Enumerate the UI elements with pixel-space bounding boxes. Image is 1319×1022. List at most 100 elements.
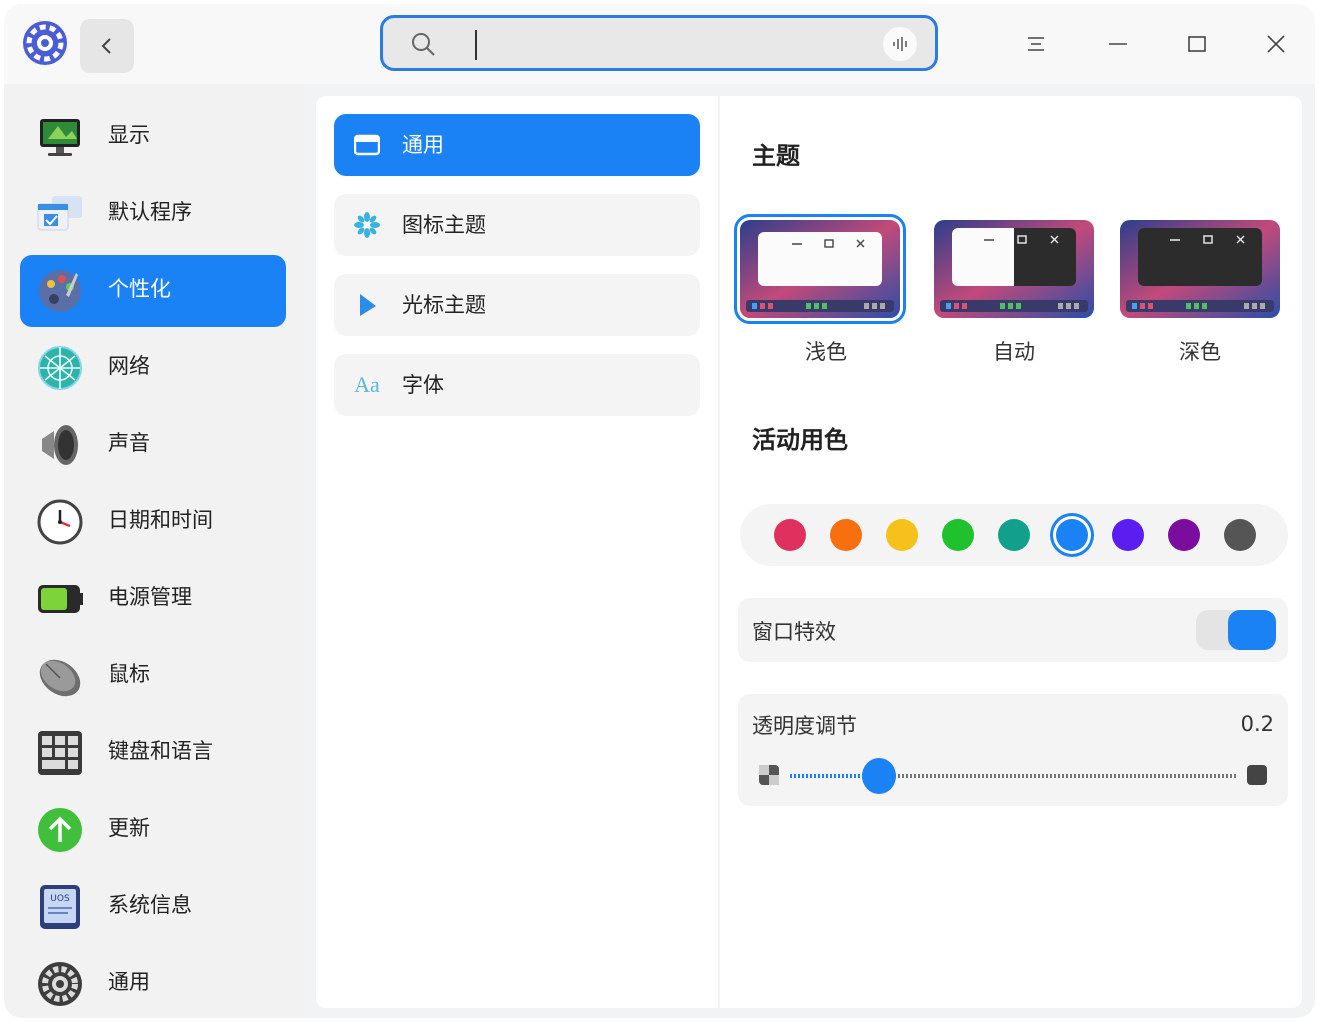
menu-icon xyxy=(1028,37,1044,51)
sidebar-item-label: 声音 xyxy=(108,431,150,455)
dark-theme-preview xyxy=(1120,220,1280,318)
sidebar-item-update[interactable]: 更新 xyxy=(20,794,286,866)
minimize-icon xyxy=(1109,43,1127,45)
maximize-icon xyxy=(1188,36,1206,52)
sidebar-item-default-apps[interactable]: 默认程序 xyxy=(20,178,286,250)
sidebar-item-label: 日期和时间 xyxy=(108,508,213,532)
sidebar: 显示 默认程序 个性化 网络 声音 日期和时间 电源管理 鼠标 键盘和语言 更新… xyxy=(4,84,304,1018)
transparency-label: 透明度调节 xyxy=(752,714,857,738)
window-effects-label: 窗口特效 xyxy=(752,620,836,644)
update-icon xyxy=(36,806,84,854)
mouse-icon xyxy=(36,652,84,700)
general-gear-icon xyxy=(36,960,84,1008)
sound-icon xyxy=(36,421,84,469)
sidebar-item-label: 鼠标 xyxy=(108,662,150,686)
voice-wave-icon xyxy=(893,37,907,51)
submenu-item-label: 光标主题 xyxy=(402,293,486,317)
window-icon xyxy=(352,130,382,160)
sidebar-item-keyboard[interactable]: 键盘和语言 xyxy=(20,717,286,789)
sidebar-item-general[interactable]: 通用 xyxy=(20,948,286,1018)
svg-text:UOS: UOS xyxy=(50,894,70,904)
transparency-low-icon xyxy=(759,765,779,785)
accent-swatch[interactable] xyxy=(1112,519,1144,551)
search-icon xyxy=(412,33,435,56)
menu-button[interactable] xyxy=(1016,24,1056,64)
window-effects-toggle[interactable] xyxy=(1196,610,1276,650)
sidebar-item-label: 键盘和语言 xyxy=(108,739,213,763)
toggle-knob xyxy=(1228,610,1276,650)
keyboard-icon xyxy=(36,729,84,777)
chevron-left-icon xyxy=(101,38,111,54)
submenu-item-general[interactable]: 通用 xyxy=(334,114,700,176)
sidebar-item-label: 通用 xyxy=(108,970,150,994)
search-input[interactable] xyxy=(475,30,477,60)
title-bar xyxy=(4,4,1315,84)
sidebar-item-label: 显示 xyxy=(108,123,150,147)
theme-label-light[interactable]: 浅色 xyxy=(746,336,906,366)
back-button[interactable] xyxy=(80,19,134,73)
sidebar-item-sound[interactable]: 声音 xyxy=(20,409,286,481)
accent-swatch[interactable] xyxy=(998,519,1030,551)
sidebar-item-label: 系统信息 xyxy=(108,893,192,917)
close-button[interactable] xyxy=(1256,24,1296,64)
accent-color-title: 活动用色 xyxy=(752,426,848,454)
submenu-item-icon-theme[interactable]: 图标主题 xyxy=(334,194,700,256)
theme-card-dark[interactable] xyxy=(1120,220,1280,318)
sidebar-item-mouse[interactable]: 鼠标 xyxy=(20,640,286,712)
sidebar-item-label: 更新 xyxy=(108,816,150,840)
sidebar-item-label: 个性化 xyxy=(108,277,171,301)
submenu-panel: 通用 图标主题 光标主题 Aa 字体 xyxy=(316,96,718,1008)
sidebar-item-power[interactable]: 电源管理 xyxy=(20,563,286,635)
submenu-item-label: 字体 xyxy=(402,373,444,397)
close-icon xyxy=(1267,35,1285,53)
sidebar-item-label: 电源管理 xyxy=(108,585,192,609)
sidebar-item-datetime[interactable]: 日期和时间 xyxy=(20,486,286,558)
sidebar-item-network[interactable]: 网络 xyxy=(20,332,286,404)
search-box[interactable] xyxy=(380,15,938,71)
theme-label-auto[interactable]: 自动 xyxy=(934,336,1094,366)
accent-swatch[interactable] xyxy=(1168,519,1200,551)
accent-swatch[interactable] xyxy=(1056,519,1088,551)
personalization-icon xyxy=(36,267,84,315)
submenu-item-label: 图标主题 xyxy=(402,213,486,237)
accent-swatch[interactable] xyxy=(774,519,806,551)
accent-color-picker xyxy=(740,504,1288,566)
content-panel: 主题 浅色 自动 深色 活动用色 窗口特效 透明度调节 0.2 xyxy=(720,96,1302,1008)
voice-input-button[interactable] xyxy=(883,27,917,61)
minimize-button[interactable] xyxy=(1098,24,1138,64)
sidebar-item-label: 默认程序 xyxy=(108,200,192,224)
window-effects-row: 窗口特效 xyxy=(738,598,1288,662)
theme-card-auto[interactable] xyxy=(934,220,1094,318)
accent-swatch[interactable] xyxy=(830,519,862,551)
control-center-logo-icon xyxy=(22,20,68,66)
transparency-row: 透明度调节 0.2 xyxy=(738,694,1288,806)
icon-theme-icon xyxy=(352,210,382,240)
accent-swatch[interactable] xyxy=(886,519,918,551)
battery-icon xyxy=(36,575,84,623)
display-icon xyxy=(36,113,84,161)
sidebar-item-display[interactable]: 显示 xyxy=(20,101,286,173)
clock-icon xyxy=(36,498,84,546)
submenu-item-label: 通用 xyxy=(402,133,444,157)
font-icon: Aa xyxy=(354,372,380,397)
network-icon xyxy=(36,344,84,392)
transparency-slider[interactable] xyxy=(790,758,1236,794)
accent-swatch[interactable] xyxy=(942,519,974,551)
slider-handle[interactable] xyxy=(862,758,897,794)
sidebar-item-system-info[interactable]: UOS 系统信息 xyxy=(20,871,286,943)
transparency-value: 0.2 xyxy=(1240,712,1274,736)
theme-card-light[interactable] xyxy=(734,214,906,324)
maximize-button[interactable] xyxy=(1177,24,1217,64)
accent-swatch[interactable] xyxy=(1224,519,1256,551)
transparency-high-icon xyxy=(1247,765,1267,785)
submenu-item-cursor-theme[interactable]: 光标主题 xyxy=(334,274,700,336)
sidebar-item-label: 网络 xyxy=(108,354,150,378)
submenu-item-font[interactable]: Aa 字体 xyxy=(334,354,700,416)
theme-label-dark[interactable]: 深色 xyxy=(1120,336,1280,366)
system-info-icon: UOS xyxy=(36,883,84,931)
cursor-icon xyxy=(352,290,382,320)
default-apps-icon xyxy=(36,190,84,238)
sidebar-item-personalization[interactable]: 个性化 xyxy=(20,255,286,327)
light-theme-preview xyxy=(740,220,900,318)
settings-window: 显示 默认程序 个性化 网络 声音 日期和时间 电源管理 鼠标 键盘和语言 更新… xyxy=(4,4,1315,1018)
